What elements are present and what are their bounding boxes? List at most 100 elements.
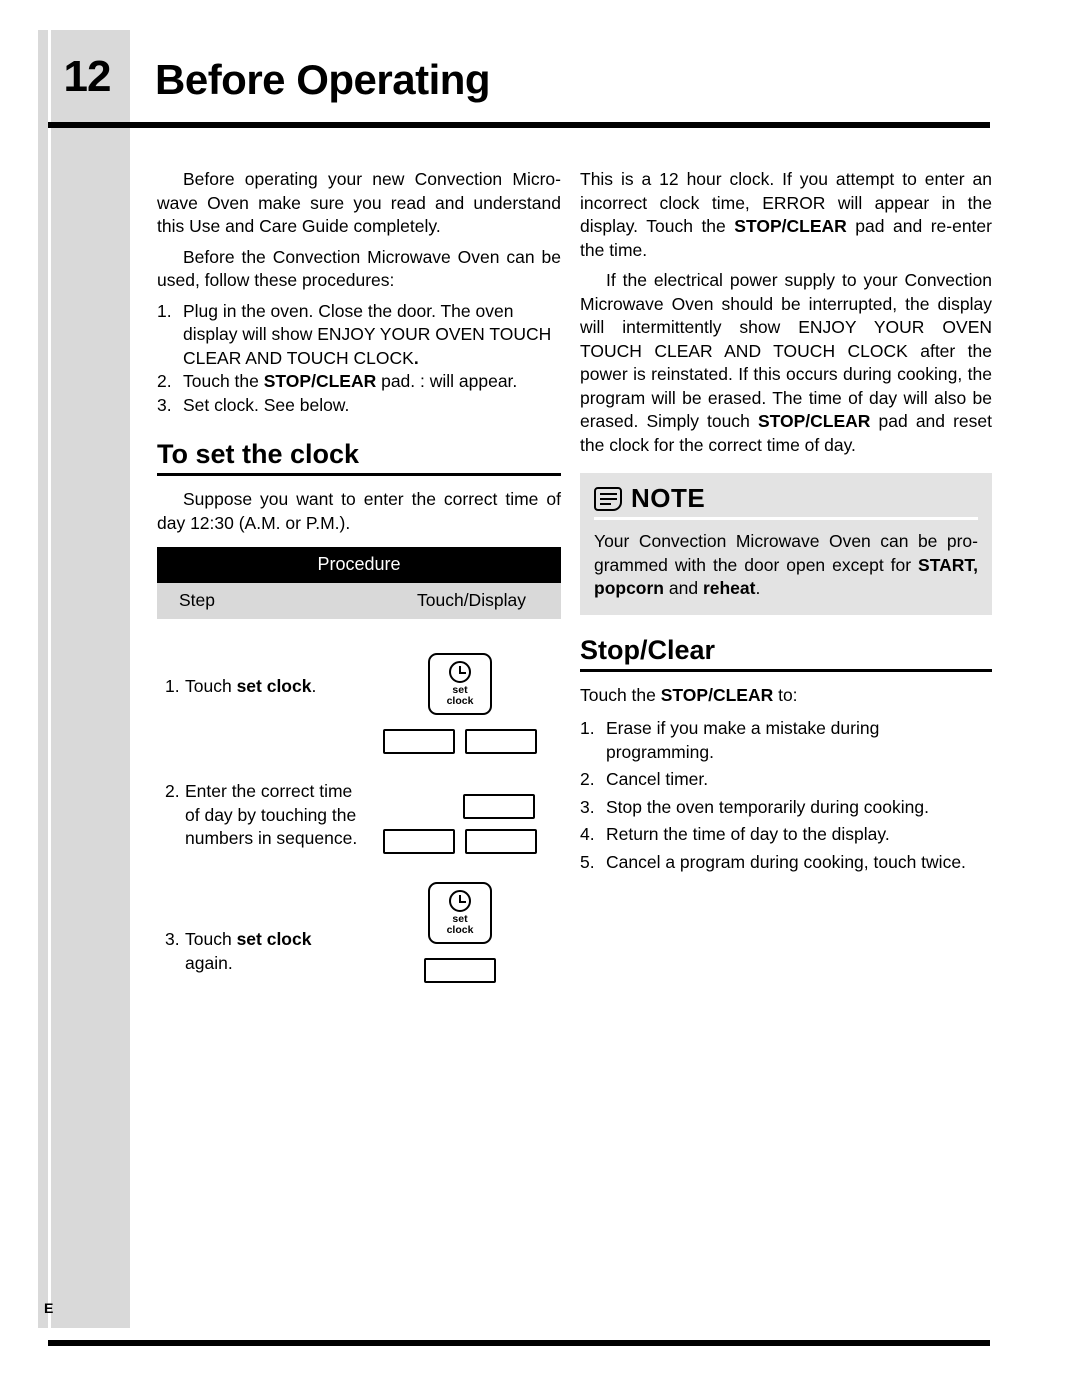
table-cell-touch-display <box>359 780 561 854</box>
step-text-post: again. <box>185 952 233 973</box>
stop-clear-lead-b: to: <box>773 684 798 705</box>
list-item-number: 2. <box>580 769 595 789</box>
list-item-text: Stop the oven temporarily during cooking… <box>606 796 929 817</box>
list-item-text-tail: pad. : will appear. <box>376 371 518 391</box>
display-box <box>424 958 496 983</box>
list-item-text: Erase if you make a mistake during progr… <box>606 718 880 762</box>
set-clock-pad-button[interactable]: set clock <box>428 882 492 944</box>
note-bold-start: START, <box>918 554 978 575</box>
step-text: 1. Touch set clock. <box>165 675 359 699</box>
right-column: This is a 12 hour clock. If you attempt … <box>580 168 992 874</box>
header-divider <box>48 122 990 128</box>
set-clock-bold: set clock <box>236 676 312 696</box>
left-column: Before operating your new Convection Mic… <box>157 168 561 983</box>
list-item-number: 1. <box>580 718 595 738</box>
procedure-table-header-row: Step Touch/Display <box>157 583 561 619</box>
list-item-text: Plug in the oven. Close the door. The ov… <box>183 300 552 368</box>
list-item-number: 1. <box>157 300 172 321</box>
display-boxes-row <box>359 729 561 754</box>
clock-info-paragraph: This is a 12 hour clock. If you attempt … <box>580 168 992 262</box>
table-cell-step: 1. Touch set clock. <box>157 653 359 754</box>
list-item-text-bold: . <box>413 347 419 368</box>
list-item-text: Cancel timer. <box>606 769 709 789</box>
list-item: 2. Cancel timer. <box>580 768 992 792</box>
table-cell-step: 2. Enter the correct time of day by touch… <box>157 780 359 854</box>
note-text-mid: and <box>664 578 703 598</box>
table-row: 3. Touch set clock again. set clock <box>157 882 561 983</box>
set-clock-pad-button[interactable]: set clock <box>428 653 492 715</box>
step-text-pre: Touch <box>185 929 237 949</box>
step-number: 1. <box>165 676 180 696</box>
step-text-pre: Enter the correct time of day by touchin… <box>185 781 358 848</box>
power-interrupt-text-a: If the electrical power supply to your C… <box>580 270 992 431</box>
intro-paragraph-1: Before operating your new Convection Mic… <box>157 169 561 236</box>
note-title: NOTE <box>631 483 706 513</box>
set-clock-paragraph: Suppose you want to enter the correct ti… <box>157 489 561 533</box>
display-box <box>463 794 535 819</box>
list-item-text: Set clock. See below. <box>183 394 350 415</box>
display-box <box>383 829 455 854</box>
set-clock-bold: set clock <box>236 929 312 949</box>
list-item-number: 2. <box>157 371 172 391</box>
step-text-post: . <box>311 676 317 696</box>
list-item: 3. Set clock. See below. <box>157 394 561 418</box>
list-item-text: Touch the <box>183 371 264 391</box>
stop-clear-lead: Touch the STOP/CLEAR to: <box>580 684 992 708</box>
intro-paragraph-2: Before the Convection Microwave Oven can… <box>157 246 561 291</box>
list-item: 2. Touch the STOP/CLEAR pad. : will appea… <box>157 370 561 394</box>
note-body: Your Convection Microwave Oven can be pr… <box>594 530 978 601</box>
display-box <box>465 729 537 754</box>
step-text: 3. Touch set clock again. <box>165 928 359 975</box>
table-cell-touch-display: set clock <box>359 882 561 983</box>
edition-mark: E <box>44 1300 54 1316</box>
display-box-top <box>463 794 535 819</box>
pad-label-line2: clock <box>446 924 474 936</box>
step-number: 2. <box>165 781 180 801</box>
stop-clear-bold: STOP/CLEAR <box>757 411 871 431</box>
procedure-table: Procedure Step Touch/Display 1. Touch set… <box>157 547 561 983</box>
note-bold-popcorn: popcorn <box>594 578 664 598</box>
clock-icon <box>449 661 471 683</box>
stop-clear-lead-a: Touch the <box>580 684 661 705</box>
power-interrupt-paragraph: If the electrical power supply to your C… <box>580 269 992 457</box>
display-box-bottom <box>424 958 496 983</box>
set-clock-pad-label: set clock <box>447 914 474 936</box>
display-box <box>465 829 537 854</box>
note-divider <box>594 517 978 520</box>
section-heading-stop-clear: Stop/Clear <box>580 634 716 665</box>
table-row: 2. Enter the correct time of day by touch… <box>157 780 561 854</box>
column-header-step: Step <box>179 590 215 610</box>
note-bold-reheat: reheat <box>702 578 756 598</box>
list-item: 4. Return the time of day to the display. <box>580 823 992 847</box>
list-item-number: 3. <box>157 394 172 415</box>
procedure-table-title: Procedure <box>157 547 561 583</box>
footer-divider <box>48 1340 990 1346</box>
list-item-number: 5. <box>580 851 595 872</box>
list-item: 5. Cancel a program during cooking, touch… <box>580 851 992 875</box>
display-boxes-row <box>359 829 561 854</box>
list-item-number: 3. <box>580 796 595 817</box>
list-item-number: 4. <box>580 824 595 844</box>
list-item-text: Cancel a program during cooking, touch t… <box>606 851 966 872</box>
list-item-text: Return the time of day to the display. <box>606 824 890 844</box>
column-header-touch-display: Touch/Display <box>417 590 526 610</box>
section-rule <box>580 668 992 672</box>
page-title: Before Operating <box>155 56 491 103</box>
stop-clear-list: 1. Erase if you make a mistake during pro… <box>580 717 992 874</box>
stop-clear-bold: STOP/CLEAR <box>660 684 774 705</box>
list-item: 1. Erase if you make a mistake during pro… <box>580 717 992 764</box>
procedure-steps-list: 1. Plug in the oven. Close the door. The … <box>157 300 561 418</box>
set-clock-pad-label: set clock <box>447 685 474 707</box>
note-header: NOTE <box>594 483 978 514</box>
left-margin-bar <box>38 30 130 1328</box>
list-item: 1. Plug in the oven. Close the door. The … <box>157 300 561 371</box>
table-cell-step: 3. Touch set clock again. <box>157 882 359 983</box>
stop-clear-bold: STOP/CLEAR <box>734 216 847 236</box>
note-box: NOTE Your Convection Microwave Oven can … <box>580 473 992 615</box>
